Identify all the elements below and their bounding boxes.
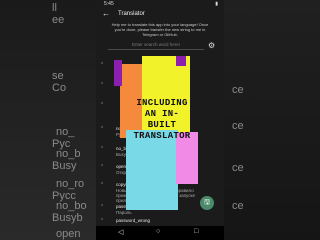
background-text: ll [52, 2, 57, 14]
chevron-up-icon[interactable]: ⌃ [100, 218, 104, 224]
search-placeholder: Enter search word here! [131, 42, 181, 47]
chevron-up-icon[interactable]: ⌃ [100, 182, 104, 188]
background-text: ce [232, 120, 244, 132]
background-text: ce [232, 162, 244, 174]
chevron-up-icon[interactable]: ⌃ [100, 146, 104, 152]
nav-back-icon[interactable]: ◁ [118, 228, 123, 236]
background-text: ce [232, 84, 244, 96]
overlay-cyan-block [126, 130, 178, 210]
background-text: Busy [52, 160, 77, 172]
navigation-bar: ◁ ○ □ [96, 226, 224, 240]
banner-line-2: AN IN- [144, 109, 180, 119]
background-text: se [52, 70, 64, 82]
background-text: ce [232, 200, 244, 212]
status-bar: 5:45 ▮ [96, 0, 224, 8]
string-key: open [116, 164, 127, 169]
help-text: Help me to translate this app into your … [111, 22, 209, 37]
chevron-up-icon[interactable]: ⌃ [100, 126, 104, 132]
chevron-up-icon[interactable]: ⌃ [100, 102, 104, 108]
overlay-purple-top [176, 56, 186, 66]
gear-icon[interactable]: ⚙ [208, 41, 215, 50]
search-input[interactable]: Enter search word here! [108, 42, 204, 50]
banner-line-1: INCLUDING [136, 98, 188, 108]
battery-icon: ▮ [215, 1, 218, 7]
string-value[interactable]: Пароль [116, 210, 216, 215]
app-bar: ← Translator [96, 9, 224, 21]
chevron-up-icon[interactable]: ⌃ [100, 62, 104, 68]
page-title: Translator [118, 11, 145, 17]
background-text: Co [52, 82, 67, 94]
chevron-up-icon[interactable]: ⌃ [100, 204, 104, 210]
chevron-up-icon[interactable]: ⌃ [100, 82, 104, 88]
string-key: password_wrong [116, 218, 151, 223]
background-text: no_b [56, 148, 81, 160]
promo-banner: INCLUDING AN IN- BUILT TRANSLATOR [132, 98, 192, 142]
background-text: ee [52, 14, 65, 26]
background-text: no_ro [56, 178, 85, 190]
banner-line-3: BUILT [147, 120, 177, 130]
background-text: no_ [56, 126, 75, 138]
save-button[interactable]: 🖫 [200, 196, 214, 210]
nav-recents-icon[interactable]: □ [194, 228, 198, 235]
banner-line-4: TRANSLATOR [133, 131, 191, 141]
background-text: open [56, 228, 81, 240]
save-icon: 🖫 [204, 199, 210, 206]
nav-home-icon[interactable]: ○ [156, 228, 160, 235]
back-arrow-icon[interactable]: ← [102, 9, 110, 18]
background-text: Busyb [52, 212, 83, 224]
background-text: no_bo [56, 200, 87, 212]
overlay-purple-block [114, 60, 122, 86]
status-time: 5:45 [104, 1, 114, 7]
chevron-up-icon[interactable]: ⌃ [100, 164, 104, 170]
